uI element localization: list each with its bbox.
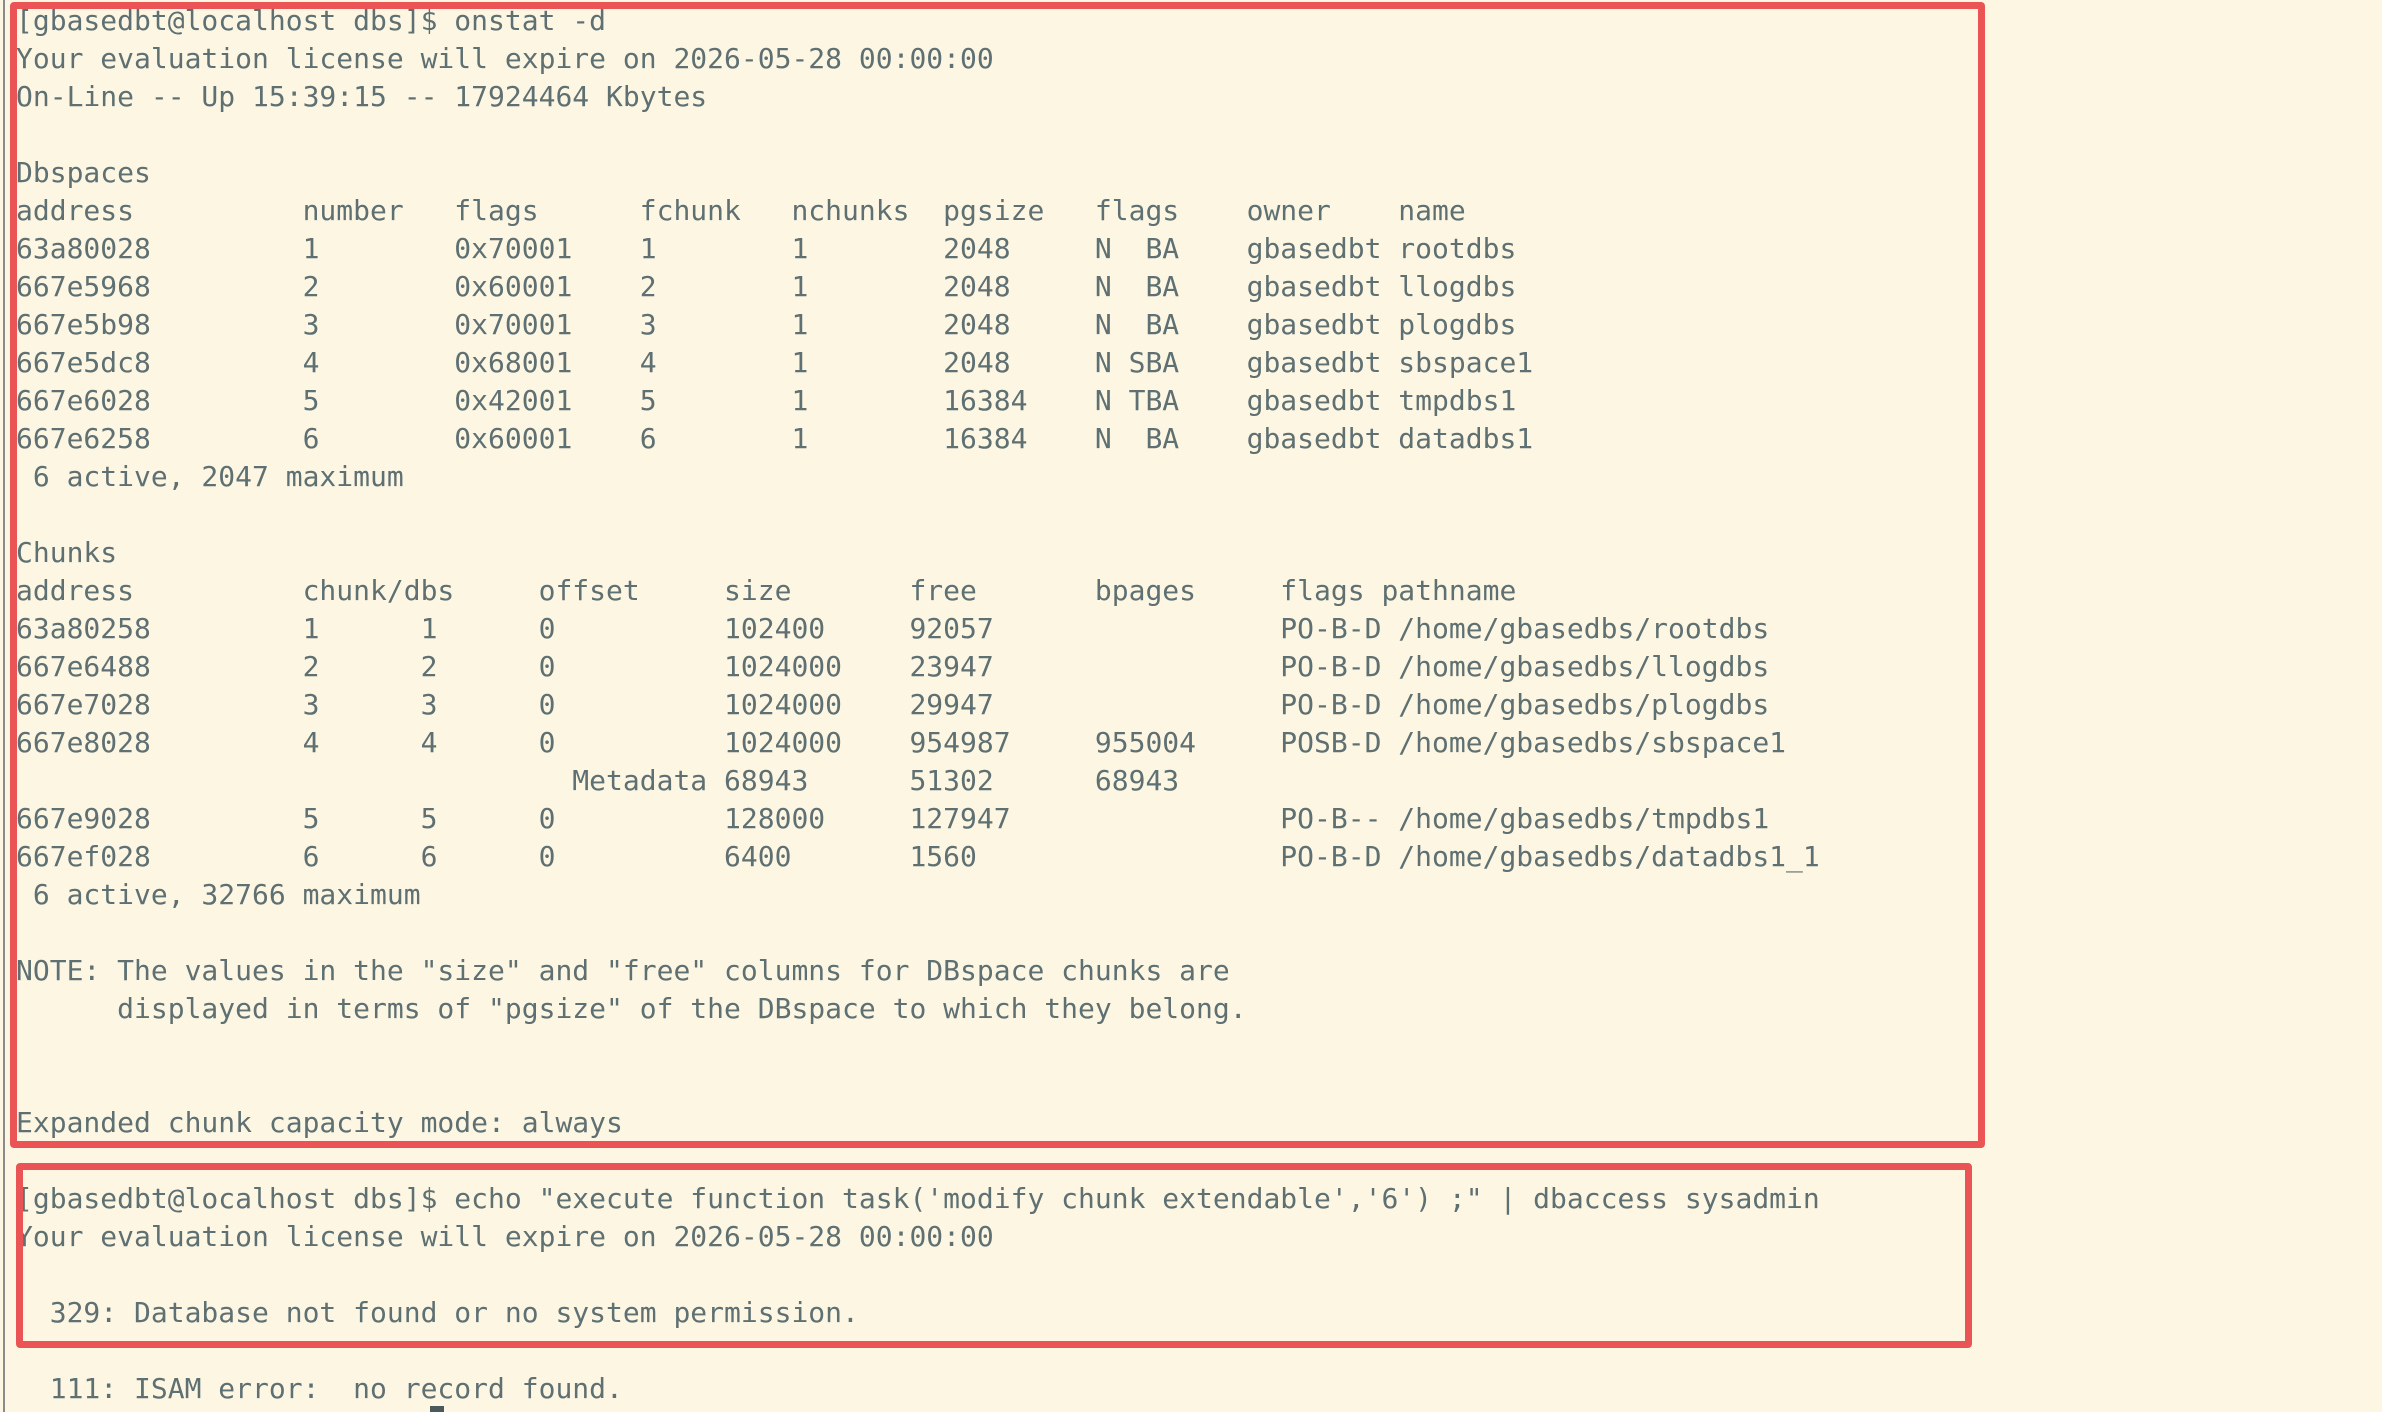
terminal-window[interactable]: [gbasedbt@localhost dbs]$ onstat -d Your … <box>0 0 2382 1412</box>
highlight-box-onstat-output <box>10 2 1985 1148</box>
terminal-left-border <box>3 0 5 1412</box>
highlight-box-dbaccess-error <box>16 1163 1972 1348</box>
terminal-cursor <box>430 1406 444 1412</box>
terminal-line: 111: ISAM error: no record found. <box>16 1372 623 1405</box>
